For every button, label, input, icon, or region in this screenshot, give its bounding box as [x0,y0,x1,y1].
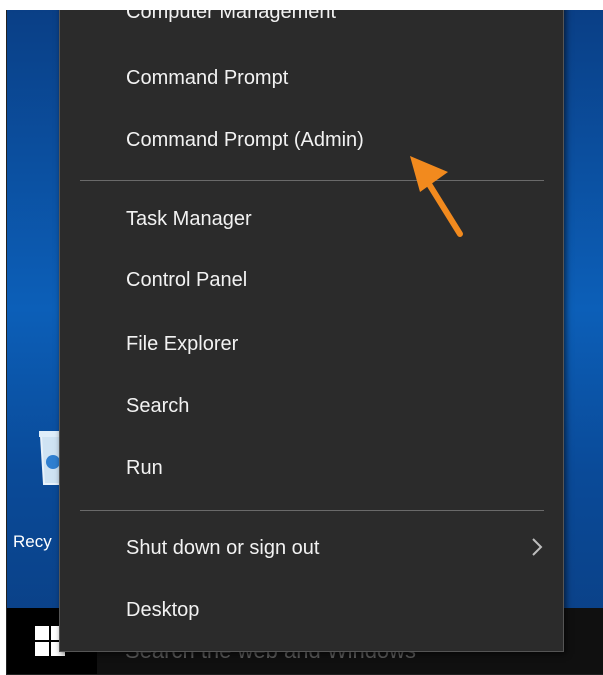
menu-separator [80,510,544,511]
recycle-bin-label: Recy [13,532,52,551]
menu-item-file-explorer[interactable]: File Explorer [126,333,238,356]
menu-item-shut-down-or-sign-out[interactable]: Shut down or sign out [126,537,319,560]
top-margin [0,0,603,10]
menu-item-command-prompt-admin[interactable]: Command Prompt (Admin) [126,129,364,152]
menu-item-desktop[interactable]: Desktop [126,599,199,622]
power-user-menu: Computer Management Command Prompt Comma… [59,10,564,652]
menu-item-control-panel[interactable]: Control Panel [126,269,247,292]
menu-item-search[interactable]: Search [126,395,189,418]
desktop: Recy Search the web and Windows Computer… [6,10,603,675]
menu-item-command-prompt[interactable]: Command Prompt [126,67,288,90]
menu-item-run[interactable]: Run [126,457,163,480]
chevron-right-icon [532,538,543,556]
menu-item-computer-management[interactable]: Computer Management [126,10,336,24]
menu-item-task-manager[interactable]: Task Manager [126,208,252,231]
annotation-arrow-icon [410,156,463,237]
